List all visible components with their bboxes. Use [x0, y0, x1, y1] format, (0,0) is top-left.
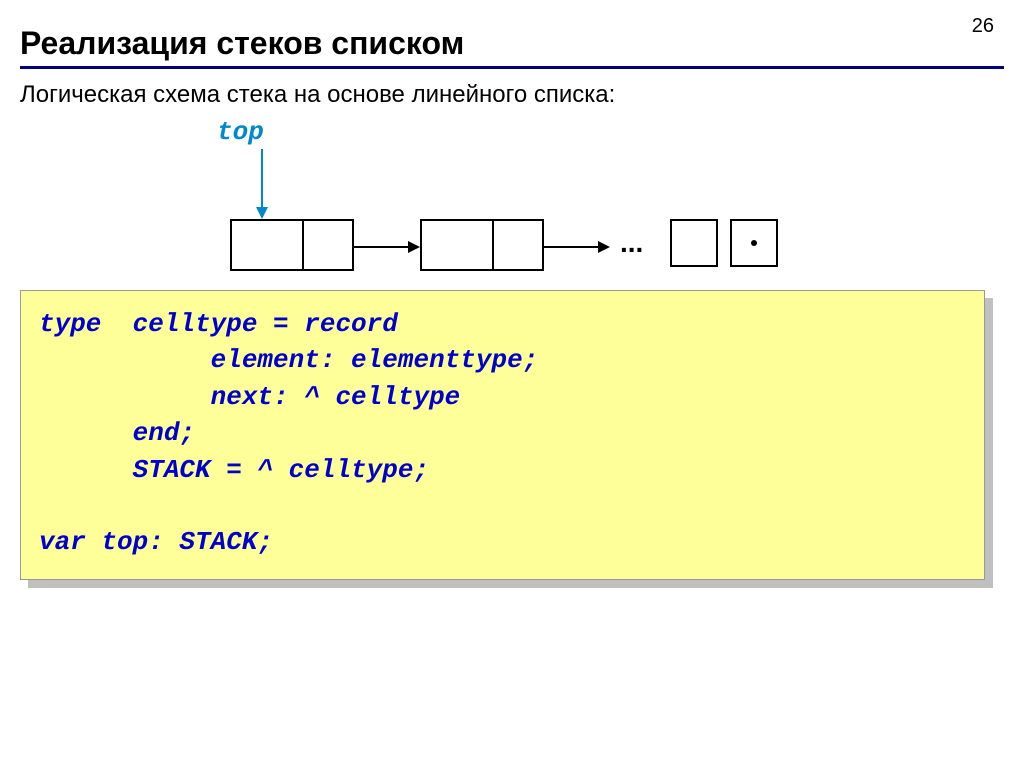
pascal-code-block: type celltype = record element: elementt… [20, 290, 985, 580]
node-pointer-cell [494, 221, 542, 269]
ellipsis: ... [620, 227, 643, 259]
list-node-tail-data [670, 219, 718, 267]
page-number: 26 [972, 15, 994, 38]
top-pointer-label: top [217, 117, 264, 147]
arrow-right-icon [352, 241, 422, 253]
null-pointer-dot [751, 240, 757, 246]
node-data-cell [232, 221, 304, 269]
slide-subtitle: Логическая схема стека на основе линейно… [20, 81, 1004, 109]
node-data-cell [422, 221, 494, 269]
slide-title: Реализация стеков списком [20, 25, 1004, 62]
list-node-2 [420, 219, 544, 271]
linked-list-diagram: top ... [20, 117, 1004, 297]
list-node-1 [230, 219, 354, 271]
title-underline [20, 66, 1004, 69]
arrow-right-icon [542, 241, 612, 253]
list-node-tail-ptr [730, 219, 778, 267]
arrow-down-icon [252, 149, 272, 221]
node-pointer-cell [304, 221, 352, 269]
